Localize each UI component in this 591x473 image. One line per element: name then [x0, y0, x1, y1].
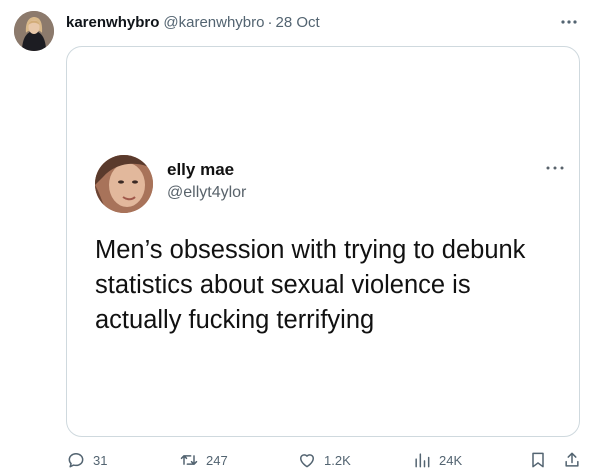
- repost-button[interactable]: 247: [179, 448, 228, 472]
- more-horizontal-icon: [561, 20, 577, 24]
- action-bar: 31 247 1.2K 24K: [66, 448, 580, 472]
- repost-icon: [180, 455, 198, 465]
- repost-count: 247: [206, 452, 228, 468]
- views-button[interactable]: 24K: [412, 448, 462, 472]
- reply-button[interactable]: 31: [66, 448, 107, 472]
- like-icon: [300, 454, 314, 468]
- media-image[interactable]: elly mae @ellyt4ylor Men’s obsession wit…: [66, 46, 580, 437]
- author-avatar[interactable]: [14, 11, 54, 51]
- more-options-button[interactable]: [559, 12, 579, 32]
- share-button[interactable]: [562, 448, 582, 472]
- reply-icon: [68, 453, 84, 468]
- inner-more-icon: [543, 161, 567, 175]
- inner-tweet-text: Men’s obsession with trying to debunk st…: [95, 236, 526, 334]
- author-handle[interactable]: @karenwhybro: [163, 14, 264, 31]
- like-count: 1.2K: [324, 452, 351, 468]
- reply-count: 31: [93, 452, 108, 468]
- author-name[interactable]: karenwhybro: [66, 14, 159, 31]
- separator-dot: ·: [267, 13, 273, 31]
- inner-avatar: [95, 155, 153, 213]
- bookmark-icon: [532, 452, 544, 468]
- inner-author-name: elly mae: [167, 160, 235, 179]
- inner-author-handle: @ellyt4ylor: [167, 184, 247, 201]
- bookmark-button[interactable]: [528, 448, 548, 472]
- post-time[interactable]: 28 Oct: [275, 14, 319, 31]
- views-count: 24K: [439, 452, 463, 468]
- share-icon: [565, 452, 579, 467]
- like-button[interactable]: 1.2K: [297, 448, 351, 472]
- views-icon: [415, 453, 430, 468]
- tweet-header: karenwhybro @karenwhybro · 28 Oct: [66, 12, 577, 32]
